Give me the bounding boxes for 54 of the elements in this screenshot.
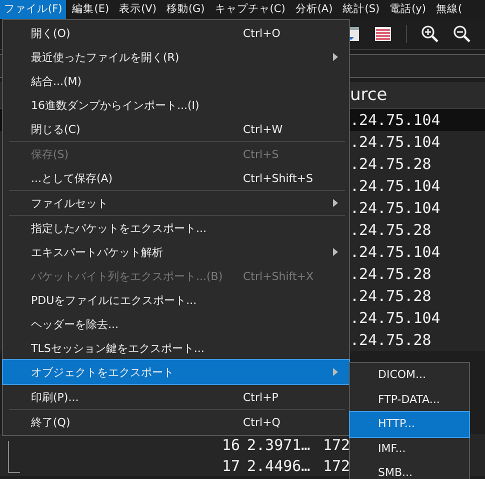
menu-bar-item[interactable]: 統計(S) bbox=[338, 0, 384, 19]
table-cell-text: 2.3971… bbox=[247, 436, 312, 454]
menu-item[interactable]: ...として保存(A) Ctrl+Shift+S bbox=[3, 166, 349, 190]
submenu-arrow-icon bbox=[333, 368, 338, 376]
menu-bar-item[interactable]: 移動(G) bbox=[162, 0, 209, 19]
menu-item[interactable]: ヘッダーを除去... bbox=[3, 312, 349, 336]
table-cell: .24.75.104 bbox=[350, 111, 440, 129]
table-cell: .24.75.104 bbox=[350, 133, 440, 151]
menu-item[interactable]: 最近使ったファイルを開く(R) bbox=[3, 45, 349, 69]
table-cell: 172 bbox=[323, 436, 350, 454]
menu-item[interactable]: エキスパートパケット解析 bbox=[3, 240, 349, 264]
menu-item[interactable]: 16進数ダンプからインポート...(I) bbox=[3, 93, 349, 117]
zoom-in-icon[interactable] bbox=[421, 25, 439, 43]
menu-item[interactable]: オブジェクトをエクスポート bbox=[3, 360, 349, 384]
menu-item[interactable]: 結合...(M) bbox=[3, 69, 349, 93]
table-cell: .24.75.104 bbox=[350, 309, 440, 327]
menu-item[interactable]: 印刷(P)... Ctrl+P bbox=[3, 385, 349, 409]
menu-bar-item[interactable]: 表示(V) bbox=[115, 0, 160, 19]
table-cell: .24.75.28 bbox=[350, 331, 432, 349]
menu-item[interactable]: 開く(O) Ctrl+O bbox=[3, 21, 349, 45]
submenu-arrow-icon bbox=[333, 199, 338, 207]
menu-item[interactable]: HTTP... bbox=[350, 412, 469, 436]
menu-item[interactable]: 終了(Q) Ctrl+Q bbox=[3, 410, 349, 434]
menu-bar-item[interactable]: 電話(y) bbox=[386, 0, 430, 19]
table-cell: .24.75.28 bbox=[350, 287, 432, 305]
zoom-out-icon[interactable] bbox=[453, 25, 471, 43]
menu-item[interactable]: 閉じる(C) Ctrl+W bbox=[3, 117, 349, 141]
table-cell: .24.75.28 bbox=[350, 221, 432, 239]
table-cell: .24.75.104 bbox=[350, 199, 440, 217]
submenu-arrow-icon bbox=[333, 248, 338, 256]
menu-item[interactable]: ファイルセット bbox=[3, 191, 349, 215]
table-cell: .24.75.28 bbox=[350, 265, 432, 283]
menu-item[interactable]: TLSセッション鍵をエクスポート... bbox=[3, 336, 349, 360]
menu-item[interactable]: DICOM... bbox=[350, 363, 469, 388]
menu-item[interactable]: FTP-DATA... bbox=[350, 388, 469, 412]
menu-item[interactable]: IMF... bbox=[350, 436, 469, 461]
table-cell-text: 17 bbox=[220, 456, 240, 474]
submenu-arrow-icon bbox=[333, 53, 338, 61]
table-cell: 172 bbox=[323, 456, 350, 474]
tree-connector bbox=[8, 441, 20, 473]
table-cell: .24.75.28 bbox=[350, 155, 432, 173]
menu-item[interactable]: SMB... bbox=[350, 461, 469, 479]
menu-bar-item[interactable]: 編集(E) bbox=[68, 0, 114, 19]
menu-item[interactable]: 指定したパケットをエクスポート... bbox=[3, 216, 349, 240]
menu-item[interactable]: PDUをファイルにエクスポート... bbox=[3, 288, 349, 312]
menu-bar-item[interactable]: ファイル(F) bbox=[0, 0, 66, 19]
menu-bar-item[interactable]: 分析(A) bbox=[291, 0, 337, 19]
menu-bar-item[interactable]: キャプチャ(C) bbox=[210, 0, 290, 19]
lines-icon[interactable] bbox=[374, 26, 392, 42]
table-cell-text: 16 bbox=[220, 436, 240, 454]
table-cell: .24.75.104 bbox=[350, 243, 440, 261]
table-cell-text: 2.4496… bbox=[247, 456, 312, 474]
menu-bar-item[interactable]: 無線( bbox=[432, 0, 466, 19]
table-cell: .24.75.104 bbox=[350, 177, 440, 195]
